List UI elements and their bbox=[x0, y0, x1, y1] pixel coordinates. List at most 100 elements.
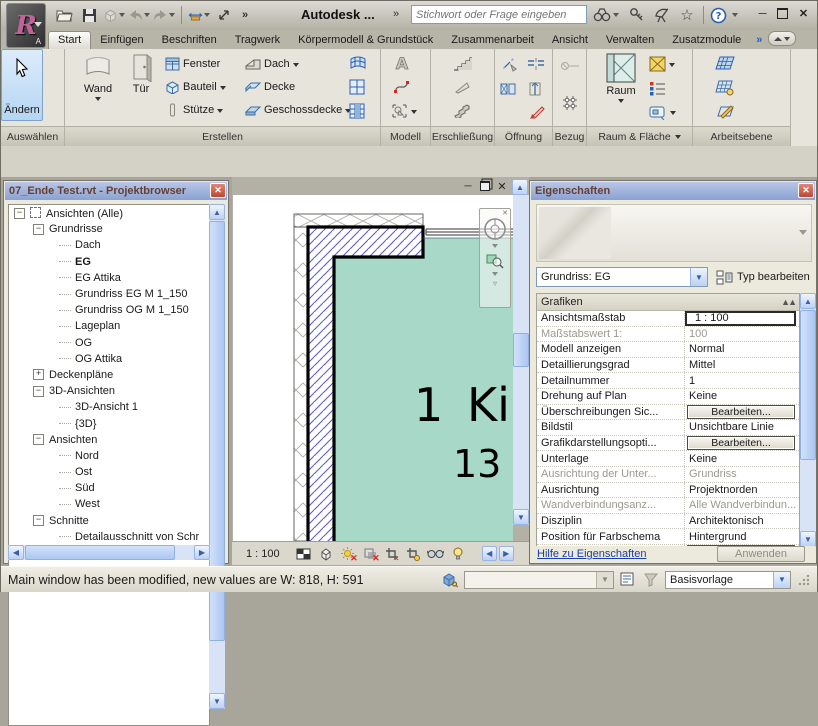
crop-view-button[interactable] bbox=[382, 545, 402, 562]
tab-overflow-chevron[interactable]: » bbox=[750, 34, 766, 49]
tree-item[interactable]: Ost bbox=[9, 464, 209, 480]
undo-dropdown-arrow[interactable] bbox=[144, 13, 150, 17]
visual-style-button[interactable] bbox=[316, 545, 336, 562]
panel-label-erschliessung[interactable]: Erschließung bbox=[431, 126, 494, 146]
mullion-button[interactable] bbox=[349, 102, 365, 120]
zoom-dropdown-arrow[interactable] bbox=[492, 272, 498, 276]
tree-expander[interactable]: − bbox=[33, 224, 44, 235]
detail-level-button[interactable] bbox=[294, 545, 314, 562]
tree-item[interactable]: Nord bbox=[9, 448, 209, 464]
favorites-button[interactable]: ☆ bbox=[676, 4, 698, 26]
tree-item[interactable]: + Deckenpläne bbox=[9, 367, 209, 383]
help-button[interactable]: ? bbox=[707, 4, 729, 26]
project-browser-close-button[interactable]: ✕ bbox=[210, 183, 226, 198]
shaft-opening-button[interactable] bbox=[499, 80, 517, 98]
stair-button[interactable] bbox=[452, 54, 472, 72]
window-button[interactable]: Fenster bbox=[165, 55, 220, 73]
ribbon-tab[interactable]: Ansicht bbox=[543, 32, 597, 49]
roof-dropdown-arrow[interactable] bbox=[293, 63, 299, 67]
ribbon-tab[interactable]: Beschriften bbox=[153, 32, 226, 49]
resize-grip[interactable] bbox=[797, 573, 811, 587]
temporary-hide-isolate-button[interactable] bbox=[426, 545, 446, 562]
view-vscrollbar[interactable]: ▼ bbox=[513, 195, 529, 525]
ribbon-tab[interactable]: Einfügen bbox=[91, 32, 152, 49]
property-row[interactable]: Position für Farbschema Hintergrund bbox=[537, 529, 799, 545]
view-scroll-up-button[interactable]: ▲ bbox=[512, 179, 528, 195]
property-row[interactable]: Ausrichtung Projektnorden bbox=[537, 483, 799, 499]
project-browser-title[interactable]: 07_Ende Test.rvt - Projektbrowser bbox=[5, 182, 227, 200]
view-restore-button[interactable] bbox=[477, 179, 493, 193]
tree-expander[interactable] bbox=[59, 358, 71, 359]
minimize-button[interactable]: ─ bbox=[753, 5, 772, 22]
tree-expander[interactable]: − bbox=[14, 208, 25, 219]
tree-item[interactable]: Süd bbox=[9, 480, 209, 496]
tag-room-button[interactable] bbox=[649, 103, 676, 121]
tree-item[interactable]: Grundriss EG M 1_150 bbox=[9, 286, 209, 302]
tree-expander[interactable] bbox=[59, 455, 71, 456]
help-dropdown-arrow[interactable] bbox=[729, 4, 739, 26]
roof-button[interactable]: Dach bbox=[245, 55, 299, 73]
transfer-button[interactable] bbox=[103, 5, 125, 25]
set-workplane-button[interactable] bbox=[715, 78, 735, 96]
tree-expander[interactable] bbox=[59, 423, 71, 424]
tree-item[interactable]: Dach bbox=[9, 237, 209, 253]
room-dropdown-arrow[interactable] bbox=[618, 99, 624, 103]
tree-expander[interactable] bbox=[59, 294, 71, 295]
apply-button[interactable]: Anwenden bbox=[717, 546, 805, 562]
ribbon-tab[interactable]: Zusatzmodule bbox=[663, 32, 750, 49]
panel-label-raum-flaeche[interactable]: Raum & Fläche bbox=[587, 126, 692, 146]
tree-item[interactable]: − 3D-Ansichten bbox=[9, 383, 209, 399]
tree-expander[interactable] bbox=[59, 407, 71, 408]
panel-dropdown-arrow[interactable] bbox=[675, 135, 681, 139]
tree-expander[interactable] bbox=[59, 277, 71, 278]
property-row[interactable]: Unterlage Keine bbox=[537, 451, 799, 467]
type-selector-combobox[interactable]: Grundriss: EG ▼ bbox=[536, 267, 708, 287]
property-row[interactable]: Ausrichtung der Unter... Grundriss bbox=[537, 467, 799, 483]
tree-expander[interactable]: − bbox=[33, 515, 44, 526]
view-vscroll-thumb[interactable] bbox=[513, 333, 529, 367]
navbar-close-icon[interactable]: ✕ bbox=[502, 210, 508, 217]
wheel-dropdown-arrow[interactable] bbox=[492, 244, 498, 248]
tree-expander[interactable] bbox=[59, 310, 71, 311]
align-button[interactable] bbox=[213, 5, 235, 25]
opening-by-face-button[interactable] bbox=[501, 55, 519, 73]
measure-dropdown-arrow[interactable] bbox=[204, 13, 210, 17]
property-row[interactable]: Überschreibungen Sic... Bearbeiten... bbox=[537, 405, 799, 421]
view-close-button[interactable]: ✕ bbox=[494, 179, 510, 193]
tree-expander[interactable] bbox=[59, 488, 71, 489]
tree-expander[interactable] bbox=[59, 245, 71, 246]
floor-button[interactable]: Geschossdecke bbox=[245, 101, 351, 119]
tree-expander[interactable]: + bbox=[33, 369, 44, 380]
pb-scroll-right-button[interactable]: ▶ bbox=[194, 545, 210, 560]
reveal-hidden-elements-button[interactable] bbox=[448, 545, 468, 562]
pb-scroll-up-button[interactable]: ▲ bbox=[209, 204, 225, 220]
tree-item[interactable]: 3D-Ansicht 1 bbox=[9, 399, 209, 415]
property-row[interactable]: Modell anzeigen Normal bbox=[537, 342, 799, 358]
grid-button[interactable] bbox=[561, 94, 579, 112]
tree-expander[interactable] bbox=[59, 536, 71, 537]
pb-hscroll-thumb[interactable] bbox=[25, 545, 175, 560]
worksets-dropdown-arrow[interactable]: ▼ bbox=[596, 572, 613, 588]
modify-button[interactable]: Ändern bbox=[1, 49, 43, 121]
pb-hscrollbar[interactable]: ◀ ▶ bbox=[8, 545, 210, 560]
ramp-button[interactable] bbox=[454, 78, 471, 96]
communication-center-button[interactable] bbox=[651, 4, 673, 26]
tree-expander[interactable] bbox=[59, 326, 71, 327]
editing-requests-icon[interactable] bbox=[620, 572, 637, 587]
property-row[interactable]: Disziplin Architektonisch bbox=[537, 514, 799, 530]
tree-expander[interactable]: − bbox=[33, 386, 44, 397]
curtain-grid-button[interactable] bbox=[349, 78, 365, 96]
redo-button[interactable] bbox=[153, 5, 175, 25]
wall-opening-button[interactable] bbox=[527, 55, 545, 73]
application-menu-button[interactable]: R A bbox=[6, 3, 46, 48]
filter-icon[interactable] bbox=[643, 572, 659, 587]
panel-label-erstellen[interactable]: Erstellen bbox=[65, 126, 380, 146]
legend-button[interactable] bbox=[649, 79, 666, 97]
navigation-bar[interactable]: ✕ ▿ bbox=[479, 208, 511, 308]
dormer-opening-button[interactable] bbox=[529, 103, 546, 121]
view-scroll-left-button[interactable]: ◀ bbox=[482, 546, 497, 561]
crop-region-visibility-button[interactable] bbox=[404, 545, 424, 562]
undo-button[interactable] bbox=[128, 5, 150, 25]
wall-button[interactable]: Wand bbox=[77, 52, 119, 101]
transfer-dropdown-arrow[interactable] bbox=[119, 13, 125, 17]
